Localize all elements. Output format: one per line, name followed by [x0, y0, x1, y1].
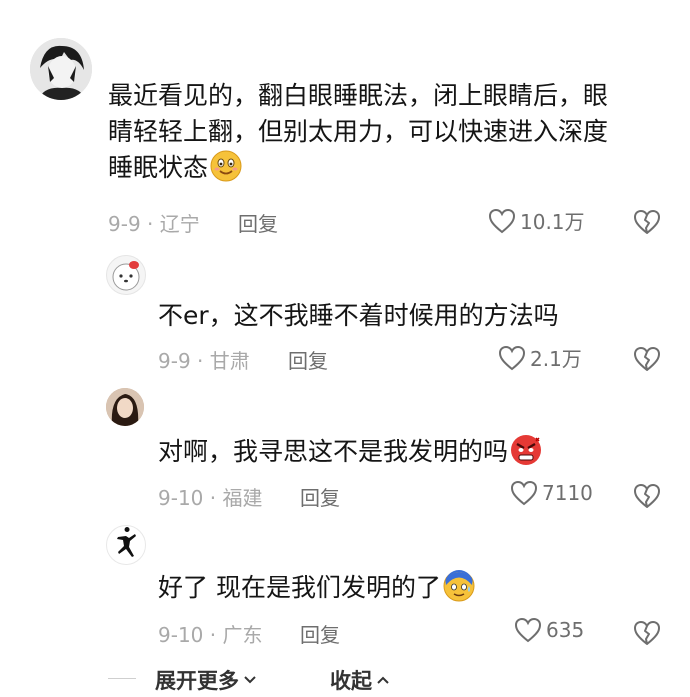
broken-heart-icon[interactable]: [632, 208, 662, 236]
comment-line: 睛轻轻上翻，但别太用力，可以快速进入深度: [108, 117, 609, 146]
jumpman-logo: [117, 527, 136, 557]
comment-meta: 9-10 · 福建: [158, 486, 263, 510]
smile-emoji-icon: [210, 150, 242, 182]
avatar[interactable]: [106, 525, 146, 565]
like-button[interactable]: 10.1万: [488, 206, 585, 235]
sweat-emoji-icon: [443, 570, 475, 602]
comment-line: 最近看见的，翻白眼睡眠法，闭上眼睛后，眼: [108, 81, 609, 110]
expand-more-button[interactable]: 展开更多: [155, 665, 257, 695]
comment-text: 最近看见的，翻白眼睡眠法，闭上眼睛后，眼 睛轻轻上翻，但别太用力，可以快速进入深…: [108, 78, 608, 186]
like-count: 2.1万: [530, 347, 582, 371]
avatar[interactable]: [106, 255, 146, 295]
comment-text: 不er，这不我睡不着时候用的方法吗: [158, 301, 559, 330]
comment-meta: 9-9 · 辽宁: [108, 212, 200, 236]
chevron-down-icon: [244, 676, 256, 684]
like-count: 635: [546, 618, 585, 642]
comment-meta: 9-9 · 甘肃: [158, 349, 250, 373]
reply-button[interactable]: 回复: [300, 619, 340, 648]
broken-heart-icon[interactable]: [632, 619, 662, 647]
chevron-up-icon: [377, 676, 389, 684]
like-button[interactable]: 7110: [510, 480, 593, 506]
like-count: 10.1万: [520, 210, 585, 234]
like-count: 7110: [542, 481, 593, 505]
like-button[interactable]: 2.1万: [498, 343, 582, 372]
avatar[interactable]: [30, 38, 92, 100]
broken-heart-icon[interactable]: [632, 482, 662, 510]
reply-button[interactable]: 回复: [288, 345, 328, 374]
heart-icon: [498, 345, 526, 370]
angry-emoji-icon: [510, 434, 542, 466]
reply-button[interactable]: 回复: [300, 482, 340, 511]
heart-icon: [514, 617, 542, 643]
comment-line: 睡眠状态: [108, 150, 608, 186]
like-button[interactable]: 635: [514, 617, 584, 643]
collapse-label: 收起: [330, 669, 372, 693]
heart-icon: [488, 208, 516, 233]
avatar[interactable]: [106, 388, 144, 426]
comment-text: 对啊，我寻思这不是我发明的吗: [158, 434, 542, 470]
comment-text: 好了 现在是我们发明的了: [158, 570, 475, 606]
reply-button[interactable]: 回复: [238, 208, 278, 237]
heart-icon: [510, 480, 538, 506]
collapse-button[interactable]: 收起: [330, 665, 390, 695]
comment-meta: 9-10 · 广东: [158, 623, 263, 647]
divider: [108, 678, 136, 679]
expand-more-label: 展开更多: [155, 669, 239, 693]
broken-heart-icon[interactable]: [632, 345, 662, 373]
